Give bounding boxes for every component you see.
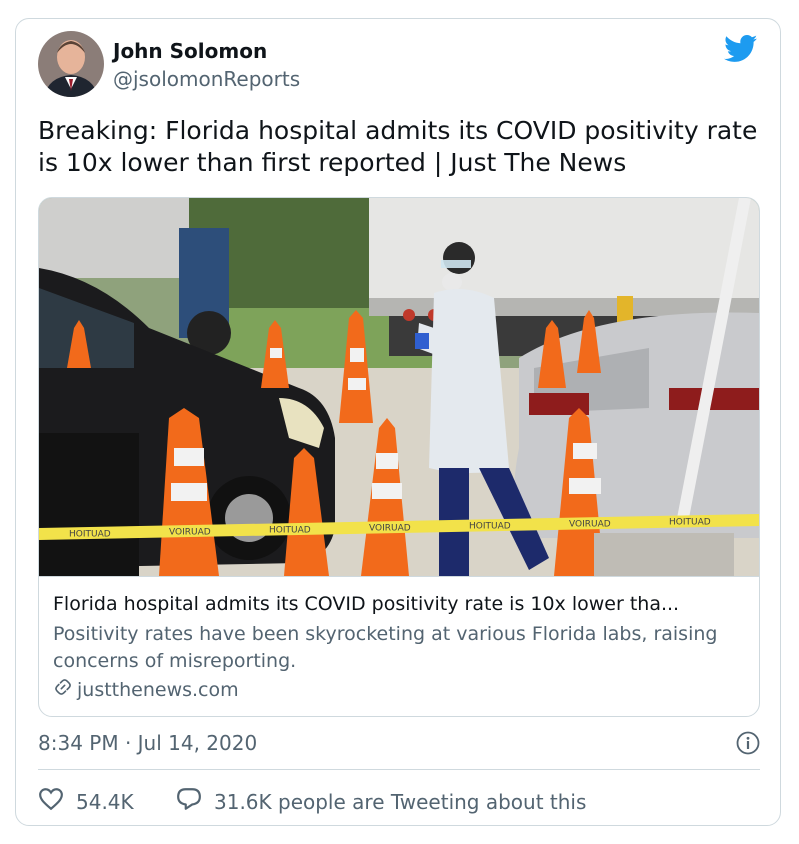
tape-label: HOITUAD [469,522,511,532]
link-icon [53,677,73,702]
tape-label: HOITUAD [669,518,711,528]
conversation-button[interactable]: 31.6K people are Tweeting about this [176,787,586,816]
link-description: Positivity rates have been skyrocketing … [53,623,718,672]
tweet-card: John Solomon @jsolomonReports Breaking: … [15,18,781,826]
tweet-timestamp[interactable]: 8:34 PM · Jul 14, 2020 [38,731,257,755]
avatar[interactable] [38,31,104,97]
heart-icon [38,787,64,816]
tape-label: VOIRUAD [169,527,211,537]
like-button[interactable]: 54.4K [38,787,134,816]
tweet-text: Breaking: Florida hospital admits its CO… [38,116,758,177]
like-count: 54.4K [76,789,134,814]
tape-label: VOIRUAD [369,524,411,534]
tape-label: VOIRUAD [569,520,611,530]
tape-label: HOITUAD [269,526,311,536]
link-preview-card[interactable]: HOITUAD VOIRUAD HOITUAD VOIRUAD HOITUAD VOIRU… [38,197,760,717]
preview-image: HOITUAD VOIRUAD HOITUAD VOIRUAD HOITUAD VOIRU… [39,198,759,576]
link-title[interactable]: Florida hospital admits its COVID positi… [53,593,679,615]
speech-bubble-icon [176,787,202,816]
divider [38,769,760,770]
tape-label: HOITUAD [69,529,111,539]
link-card-body: Florida hospital admits its COVID positi… [39,576,759,716]
link-domain-text: justthenews.com [77,678,239,701]
link-domain[interactable]: justthenews.com [53,677,239,702]
author-name[interactable]: John Solomon [113,39,267,63]
conversation-text: 31.6K people are Tweeting about this [214,789,587,814]
author-handle[interactable]: @jsolomonReports [113,67,300,91]
twitter-bird-icon[interactable] [724,35,758,63]
info-icon[interactable] [736,731,760,755]
